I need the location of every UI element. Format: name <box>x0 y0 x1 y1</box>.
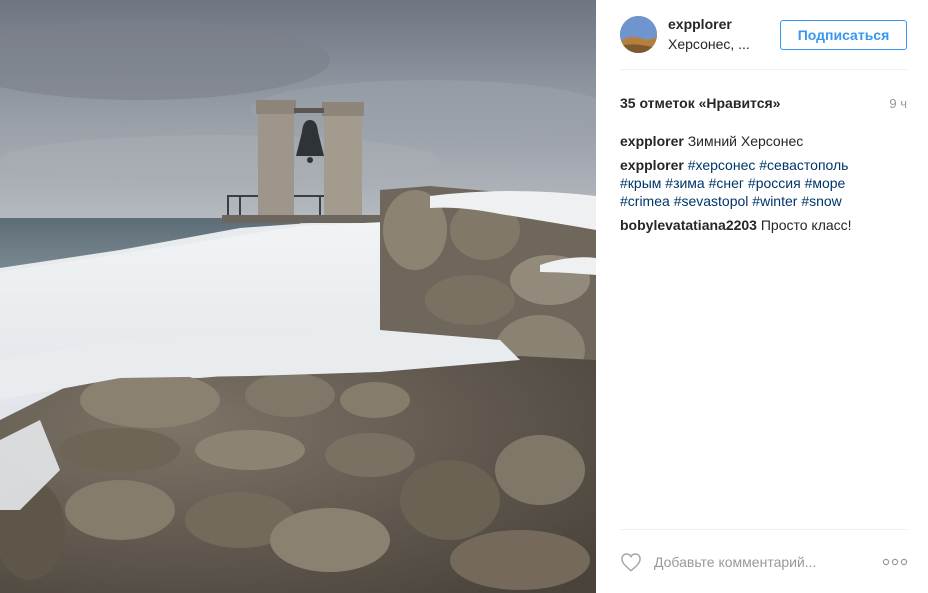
caption-comment: expplorer Зимний Херсонес <box>620 132 890 150</box>
user-comment: bobylevatatiana2203 Просто класс! <box>620 216 890 234</box>
avatar-image <box>620 16 657 53</box>
heart-icon[interactable] <box>620 552 642 572</box>
hashtag-link[interactable]: #snow <box>801 193 841 209</box>
header-divider <box>620 69 907 70</box>
comment-text: Просто класс! <box>760 217 852 233</box>
hashtag-link[interactable]: #зима <box>665 175 704 191</box>
hashtag-link[interactable]: #крым <box>620 175 661 191</box>
post-photo[interactable] <box>0 0 596 593</box>
more-options-button[interactable] <box>882 552 908 572</box>
post-header: expplorer Херсонес, ... Подписаться <box>596 0 928 70</box>
hashtag-link[interactable]: #sevastopol <box>674 193 749 209</box>
comment-bar <box>596 530 928 593</box>
more-icon <box>882 558 908 566</box>
likes-count[interactable]: 35 отметок «Нравится» <box>620 95 780 111</box>
post-sidebar: expplorer Херсонес, ... Подписаться 35 о… <box>596 0 928 593</box>
avatar[interactable] <box>620 16 657 53</box>
comment-author[interactable]: expplorer <box>620 157 684 173</box>
hashtag-link[interactable]: #море <box>805 175 846 191</box>
comment-author[interactable]: expplorer <box>620 133 684 149</box>
hashtag-link[interactable]: #севастополь <box>759 157 848 173</box>
hashtag-link[interactable]: #россия <box>748 175 801 191</box>
hashtag-link[interactable]: #херсонес <box>688 157 756 173</box>
comment-input[interactable] <box>654 552 854 572</box>
follow-button[interactable]: Подписаться <box>780 20 907 50</box>
post-username[interactable]: expplorer <box>668 16 732 32</box>
hashtag-link[interactable]: #снег <box>709 175 744 191</box>
comment-text: Зимний Херсонес <box>687 133 804 149</box>
hashtags-comment: expplorer #херсонес #севастополь #крым #… <box>620 156 890 210</box>
hashtag-link[interactable]: #crimea <box>620 193 670 209</box>
post-time[interactable]: 9 ч <box>889 96 907 111</box>
hashtag-link[interactable]: #winter <box>752 193 797 209</box>
comments-list: expplorer Зимний Херсонес expplorer #хер… <box>620 132 890 240</box>
comment-author[interactable]: bobylevatatiana2203 <box>620 217 757 233</box>
post-location[interactable]: Херсонес, ... <box>668 36 750 52</box>
photo-image <box>0 0 596 593</box>
